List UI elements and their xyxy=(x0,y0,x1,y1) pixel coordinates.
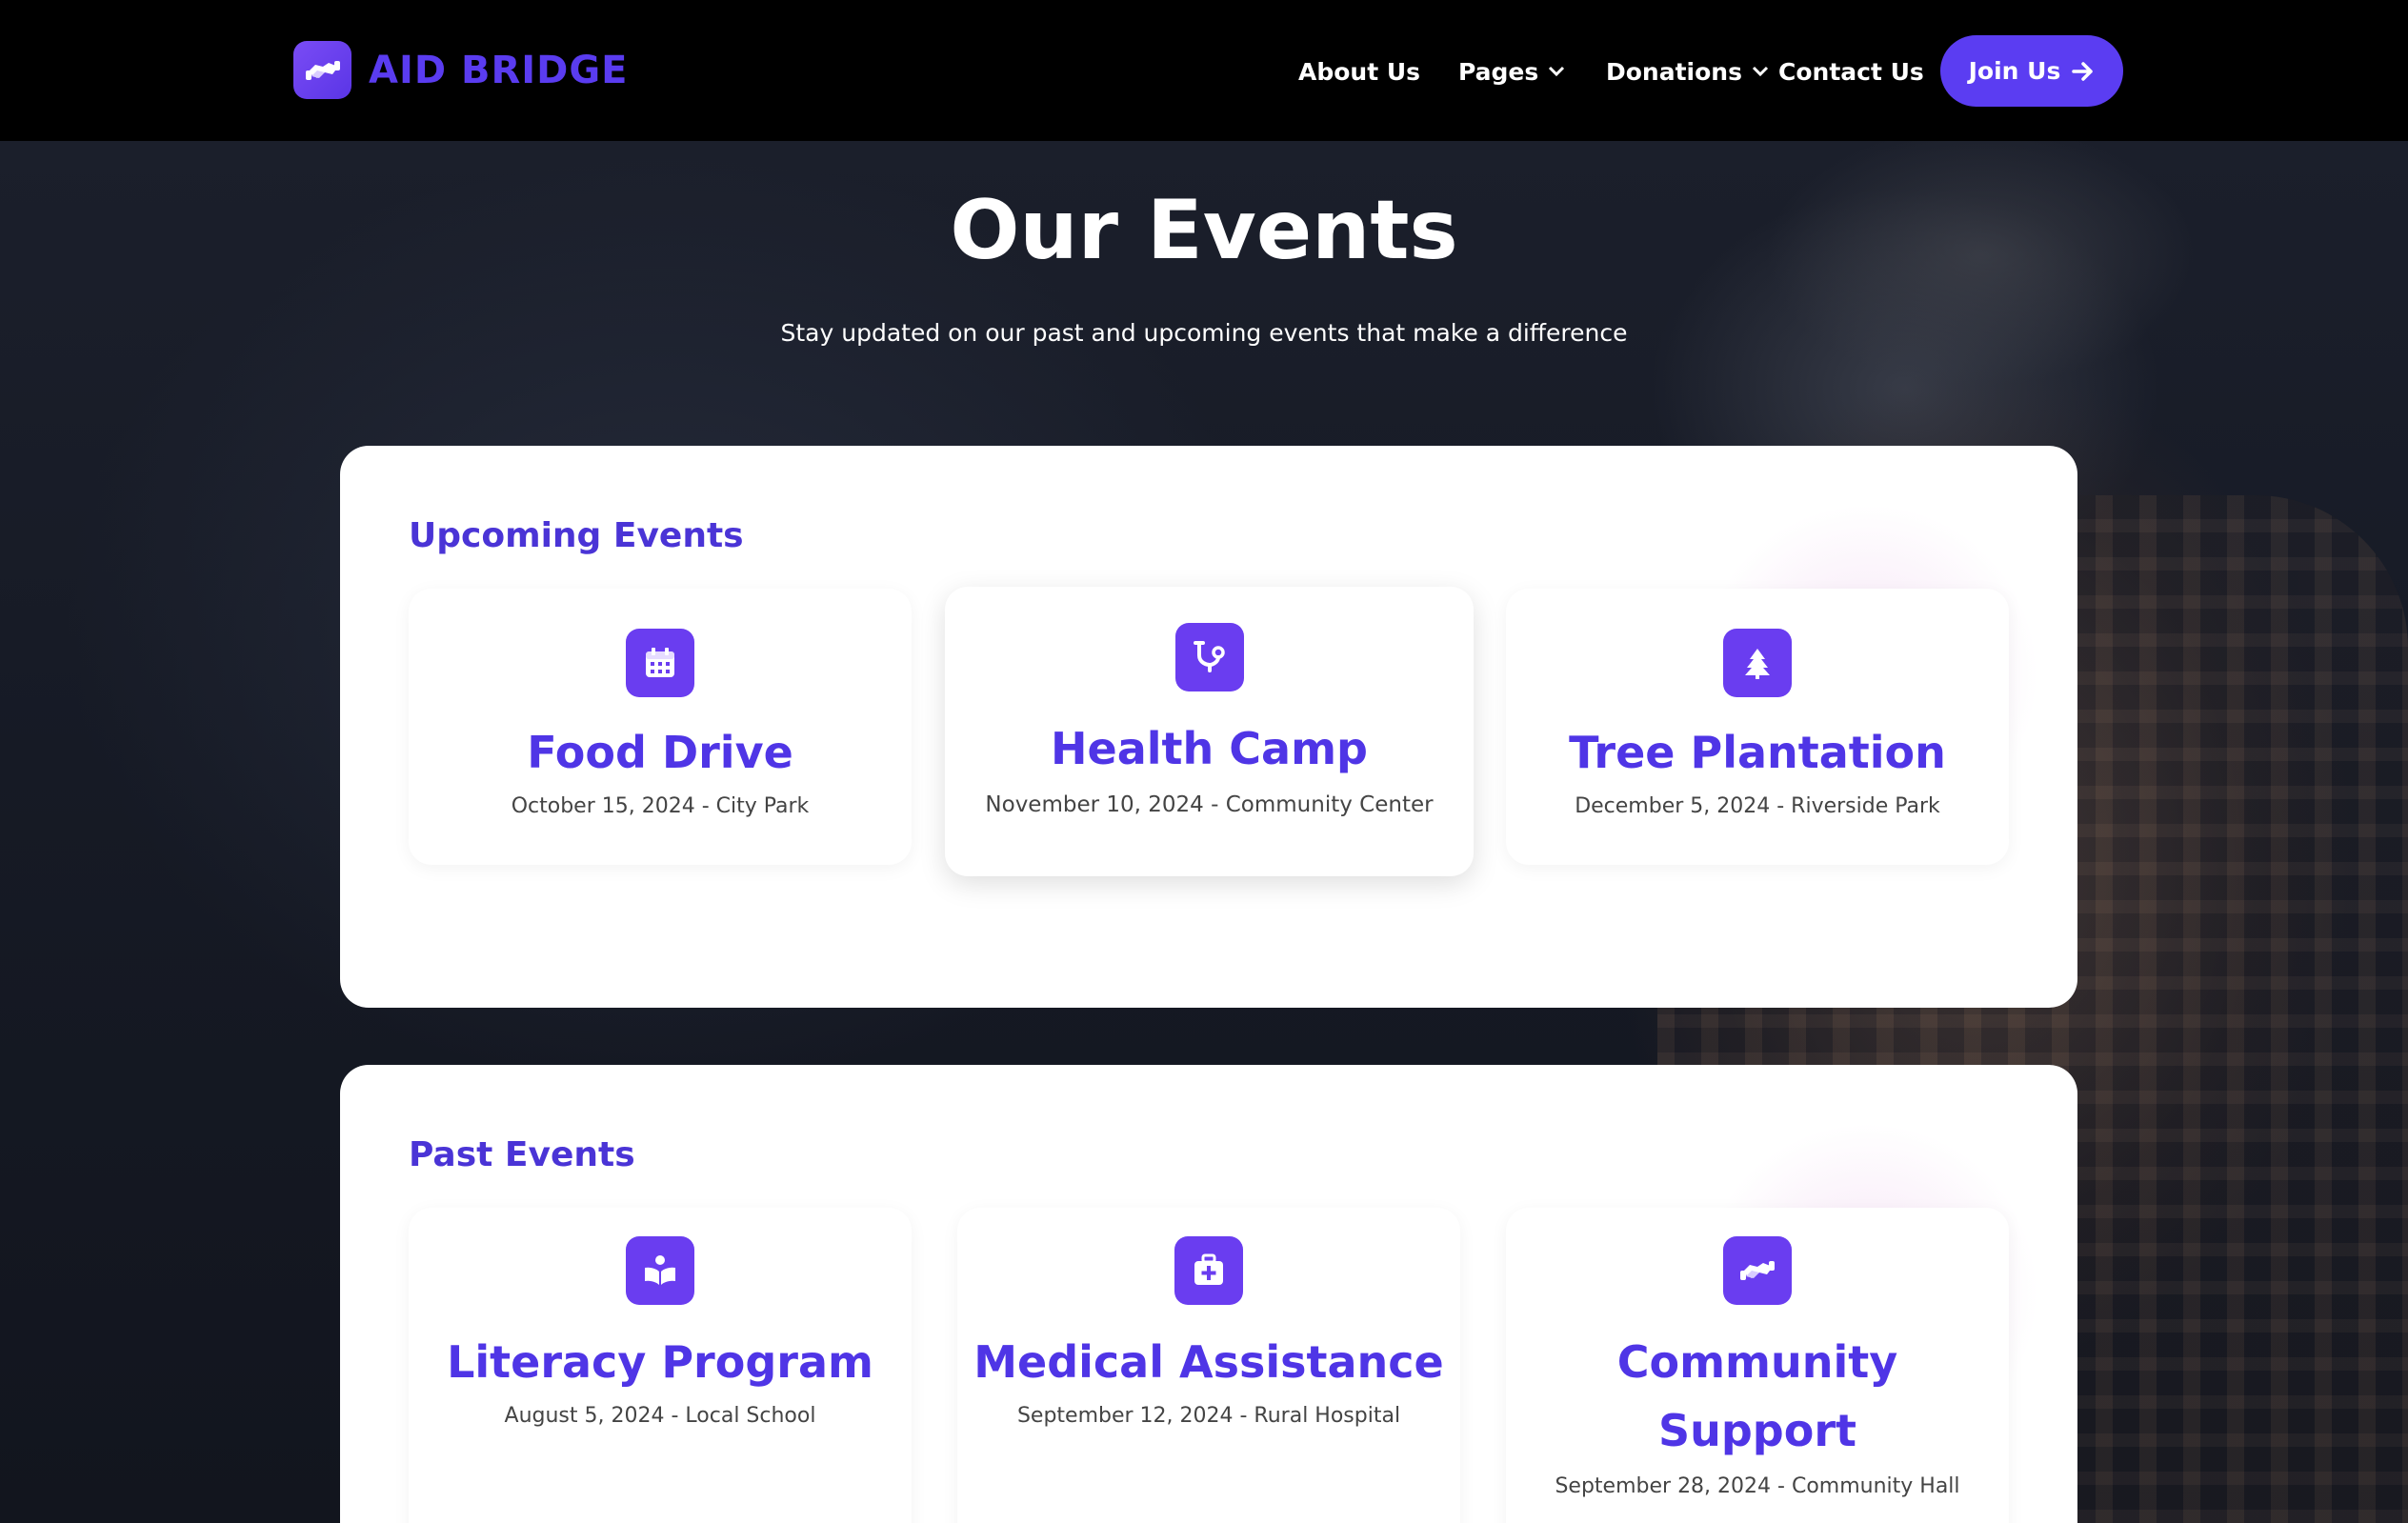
past-events-heading: Past Events xyxy=(409,1135,635,1174)
nav-pages-label: Pages xyxy=(1458,57,1539,86)
event-card-health-camp[interactable]: Health Camp November 10, 2024 - Communit… xyxy=(945,587,1474,876)
page-subtitle: Stay updated on our past and upcoming ev… xyxy=(780,319,1628,347)
tree-icon xyxy=(1723,629,1792,697)
join-us-label: Join Us xyxy=(1968,57,2061,85)
book-reader-icon xyxy=(626,1236,694,1305)
event-title: Literacy Program xyxy=(447,1336,873,1388)
event-card-community-support[interactable]: Community Support September 28, 2024 - C… xyxy=(1506,1208,2009,1523)
nav-contact-us[interactable]: Contact Us xyxy=(1778,52,1924,90)
nav-pages-dropdown[interactable]: Pages xyxy=(1458,52,1565,90)
event-title: Community Support xyxy=(1616,1336,1898,1456)
nav-contact-us-label: Contact Us xyxy=(1778,57,1924,86)
event-title: Health Camp xyxy=(1051,723,1368,774)
event-date-location: September 28, 2024 - Community Hall xyxy=(1555,1474,1960,1498)
join-us-button[interactable]: Join Us xyxy=(1940,35,2123,107)
nav-about-us-label: About Us xyxy=(1298,57,1421,86)
navbar: AID BRIDGE About Us Pages Donations Cont… xyxy=(0,0,2408,141)
page-title: Our Events xyxy=(950,183,1458,278)
past-events-panel: Past Events Literacy Program August 5, 2… xyxy=(340,1065,2077,1523)
event-title: Tree Plantation xyxy=(1569,727,1946,778)
event-date-location: October 15, 2024 - City Park xyxy=(511,794,810,818)
upcoming-events-panel: Upcoming Events Food Drive October 15, 2… xyxy=(340,446,2077,1008)
nav-donations-label: Donations xyxy=(1606,57,1742,86)
event-card-medical-assistance[interactable]: Medical Assistance September 12, 2024 - … xyxy=(957,1208,1460,1523)
event-date-location: December 5, 2024 - Riverside Park xyxy=(1575,794,1940,818)
upcoming-events-heading: Upcoming Events xyxy=(409,516,744,555)
event-card-food-drive[interactable]: Food Drive October 15, 2024 - City Park xyxy=(409,589,912,865)
event-card-tree-plantation[interactable]: Tree Plantation December 5, 2024 - River… xyxy=(1506,589,2009,865)
nav-donations-dropdown[interactable]: Donations xyxy=(1606,52,1769,90)
event-title: Food Drive xyxy=(527,727,793,778)
nav-about-us[interactable]: About Us xyxy=(1298,52,1420,90)
event-date-location: August 5, 2024 - Local School xyxy=(504,1404,816,1428)
event-title: Medical Assistance xyxy=(973,1336,1444,1388)
stethoscope-icon xyxy=(1174,623,1244,691)
chevron-down-icon xyxy=(1548,66,1565,77)
event-card-literacy-program[interactable]: Literacy Program August 5, 2024 - Local … xyxy=(409,1208,912,1523)
event-date-location: November 10, 2024 - Community Center xyxy=(985,792,1434,817)
medical-kit-icon xyxy=(1174,1236,1243,1305)
handshake-icon xyxy=(1723,1236,1792,1305)
calendar-icon xyxy=(626,629,694,697)
chevron-down-icon xyxy=(1752,66,1769,77)
event-date-location: September 12, 2024 - Rural Hospital xyxy=(1016,1404,1401,1428)
arrow-right-icon xyxy=(2072,61,2095,81)
